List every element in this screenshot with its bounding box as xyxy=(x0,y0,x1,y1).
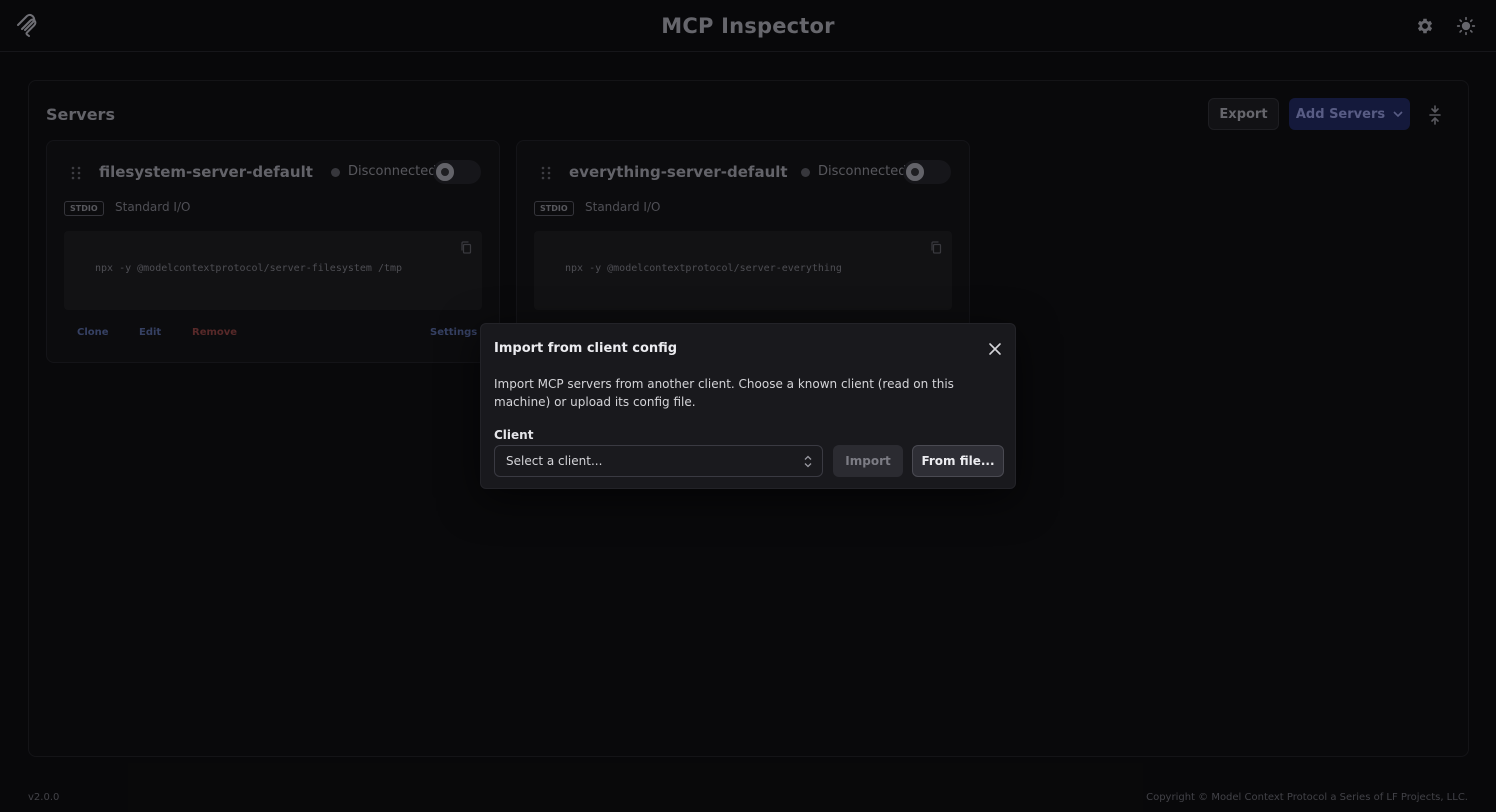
dialog-description: Import MCP servers from another client. … xyxy=(494,377,954,409)
import-button[interactable]: Import xyxy=(833,445,903,477)
chevron-up-down-icon xyxy=(804,455,812,468)
client-label: Client xyxy=(494,428,534,442)
import-dialog: Import from client config Import MCP ser… xyxy=(480,323,1016,489)
client-select-value: Select a client... xyxy=(506,454,603,468)
close-icon[interactable] xyxy=(988,342,1002,356)
from-file-button[interactable]: From file... xyxy=(912,445,1004,477)
app-root: MCP Inspector Servers Export Add Servers… xyxy=(0,0,1496,812)
client-select[interactable]: Select a client... xyxy=(494,445,823,477)
dialog-title: Import from client config xyxy=(494,341,678,356)
